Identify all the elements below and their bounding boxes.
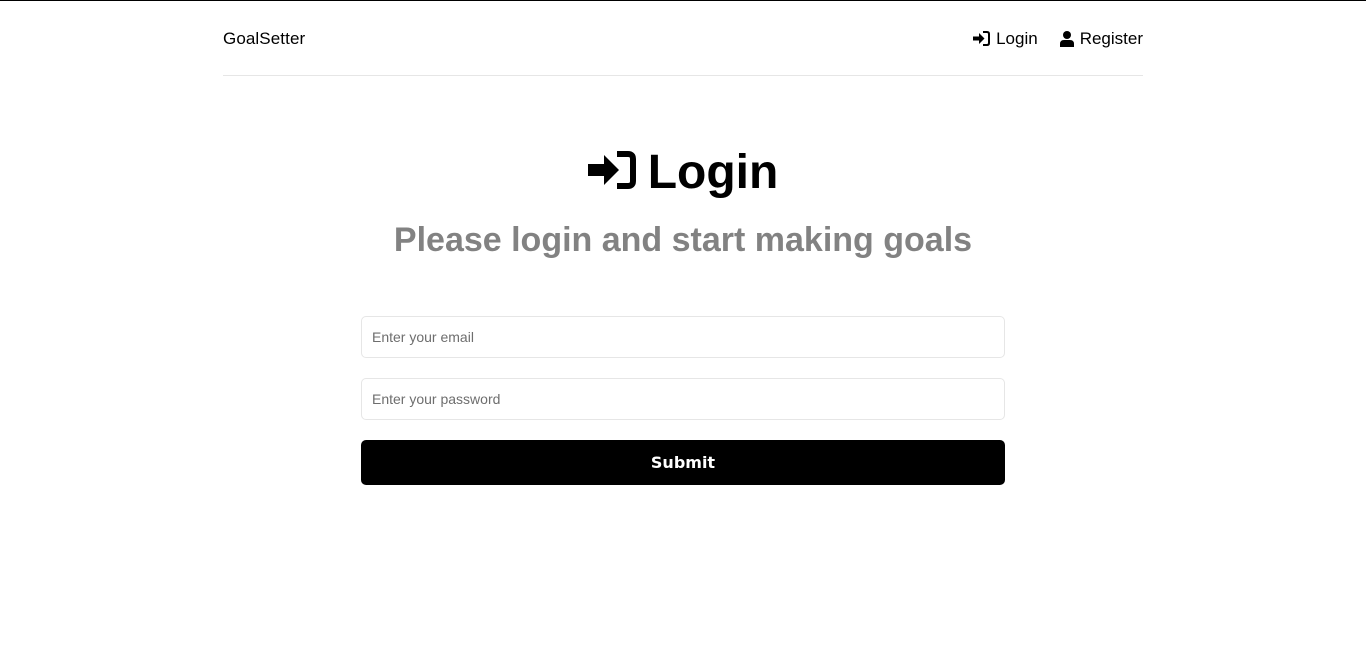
nav-login-label: Login — [996, 28, 1038, 48]
email-group — [361, 316, 1005, 358]
login-heading: Login Please login and start making goal… — [223, 146, 1143, 260]
sign-in-icon — [973, 31, 991, 46]
header-nav: Login Register — [973, 29, 1143, 49]
login-form: Submit — [361, 316, 1005, 485]
submit-button[interactable]: Submit — [361, 440, 1005, 485]
page-subtitle: Please login and start making goals — [393, 221, 973, 259]
page-title: Login — [223, 146, 1143, 200]
email-field[interactable] — [361, 316, 1005, 358]
page-title-text: Login — [647, 146, 779, 199]
password-group — [361, 378, 1005, 420]
submit-group: Submit — [361, 440, 1005, 485]
site-header: GoalSetter Login Register — [223, 0, 1143, 76]
nav-register-link[interactable]: Register — [1059, 28, 1143, 49]
password-field[interactable] — [361, 378, 1005, 420]
page-container: GoalSetter Login Register Login Please l… — [223, 0, 1143, 485]
nav-register-label: Register — [1079, 28, 1143, 48]
nav-login-link[interactable]: Login — [973, 29, 1038, 49]
user-icon — [1059, 30, 1074, 47]
brand-link[interactable]: GoalSetter — [223, 29, 305, 49]
sign-in-icon — [587, 151, 636, 189]
